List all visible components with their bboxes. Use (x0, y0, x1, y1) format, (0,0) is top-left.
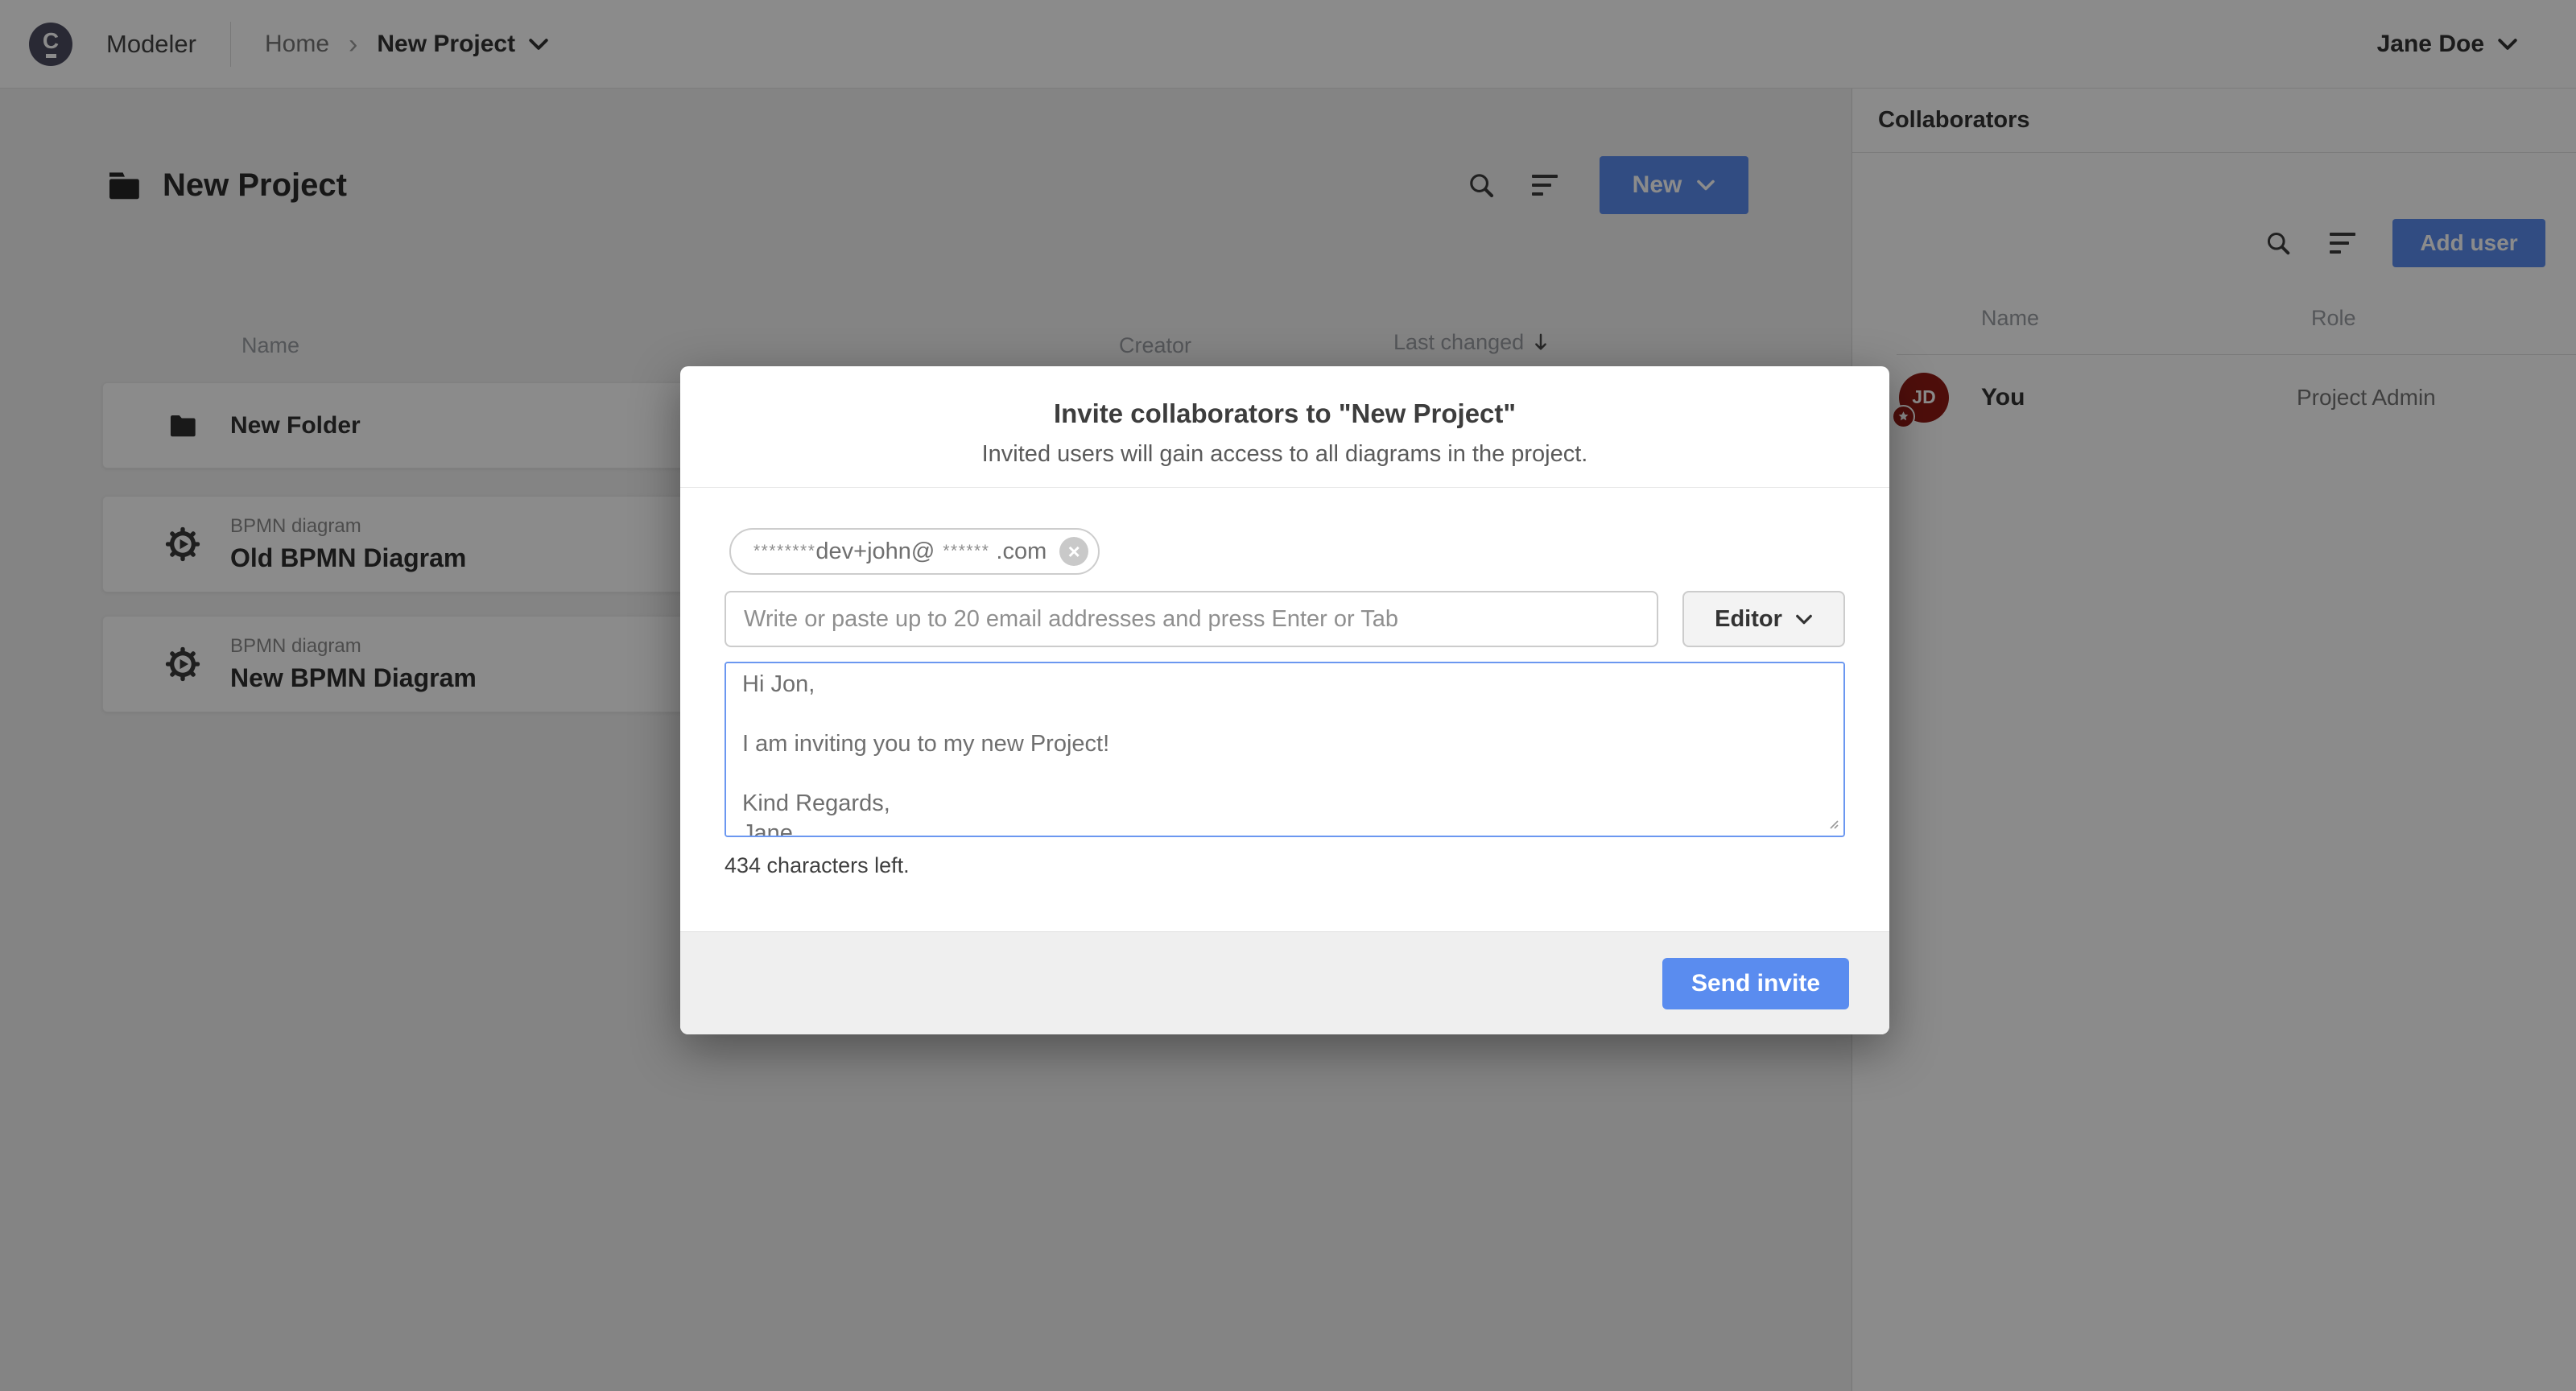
email-input-row: Editor (724, 591, 1845, 647)
email-chip: ******** dev+john@ ****** .com × (729, 528, 1100, 575)
message-area: Hi Jon, I am inviting you to my new Proj… (724, 662, 1845, 837)
modal-body: ******** dev+john@ ****** .com × Editor … (680, 488, 1889, 931)
remove-chip-button[interactable]: × (1059, 537, 1088, 566)
send-invite-button[interactable]: Send invite (1662, 958, 1849, 1009)
email-masked-prefix: ******** (753, 542, 815, 561)
email-visible-part: dev+john@ (815, 539, 935, 565)
email-masked-domain: ****** (943, 542, 989, 561)
modal-footer: Send invite (680, 931, 1889, 1034)
email-input[interactable] (724, 591, 1658, 647)
close-icon: × (1068, 539, 1080, 564)
role-select[interactable]: Editor (1682, 591, 1845, 647)
characters-left-counter: 434 characters left. (724, 853, 1845, 878)
chevron-down-icon (1795, 613, 1813, 625)
modal-title: Invite collaborators to "New Project" (680, 398, 1889, 429)
invite-collaborators-modal: Invite collaborators to "New Project" In… (680, 366, 1889, 1034)
modal-header: Invite collaborators to "New Project" In… (680, 366, 1889, 488)
modal-subtitle: Invited users will gain access to all di… (680, 441, 1889, 468)
app-root: C Modeler Home › New Project Jane Doe (0, 0, 2576, 1391)
email-chip-row: ******** dev+john@ ****** .com × (724, 528, 1845, 575)
invite-message-textarea[interactable]: Hi Jon, I am inviting you to my new Proj… (724, 662, 1845, 837)
role-select-value: Editor (1715, 606, 1782, 633)
email-suffix: .com (996, 539, 1046, 565)
resize-handle-icon[interactable] (1826, 816, 1839, 829)
